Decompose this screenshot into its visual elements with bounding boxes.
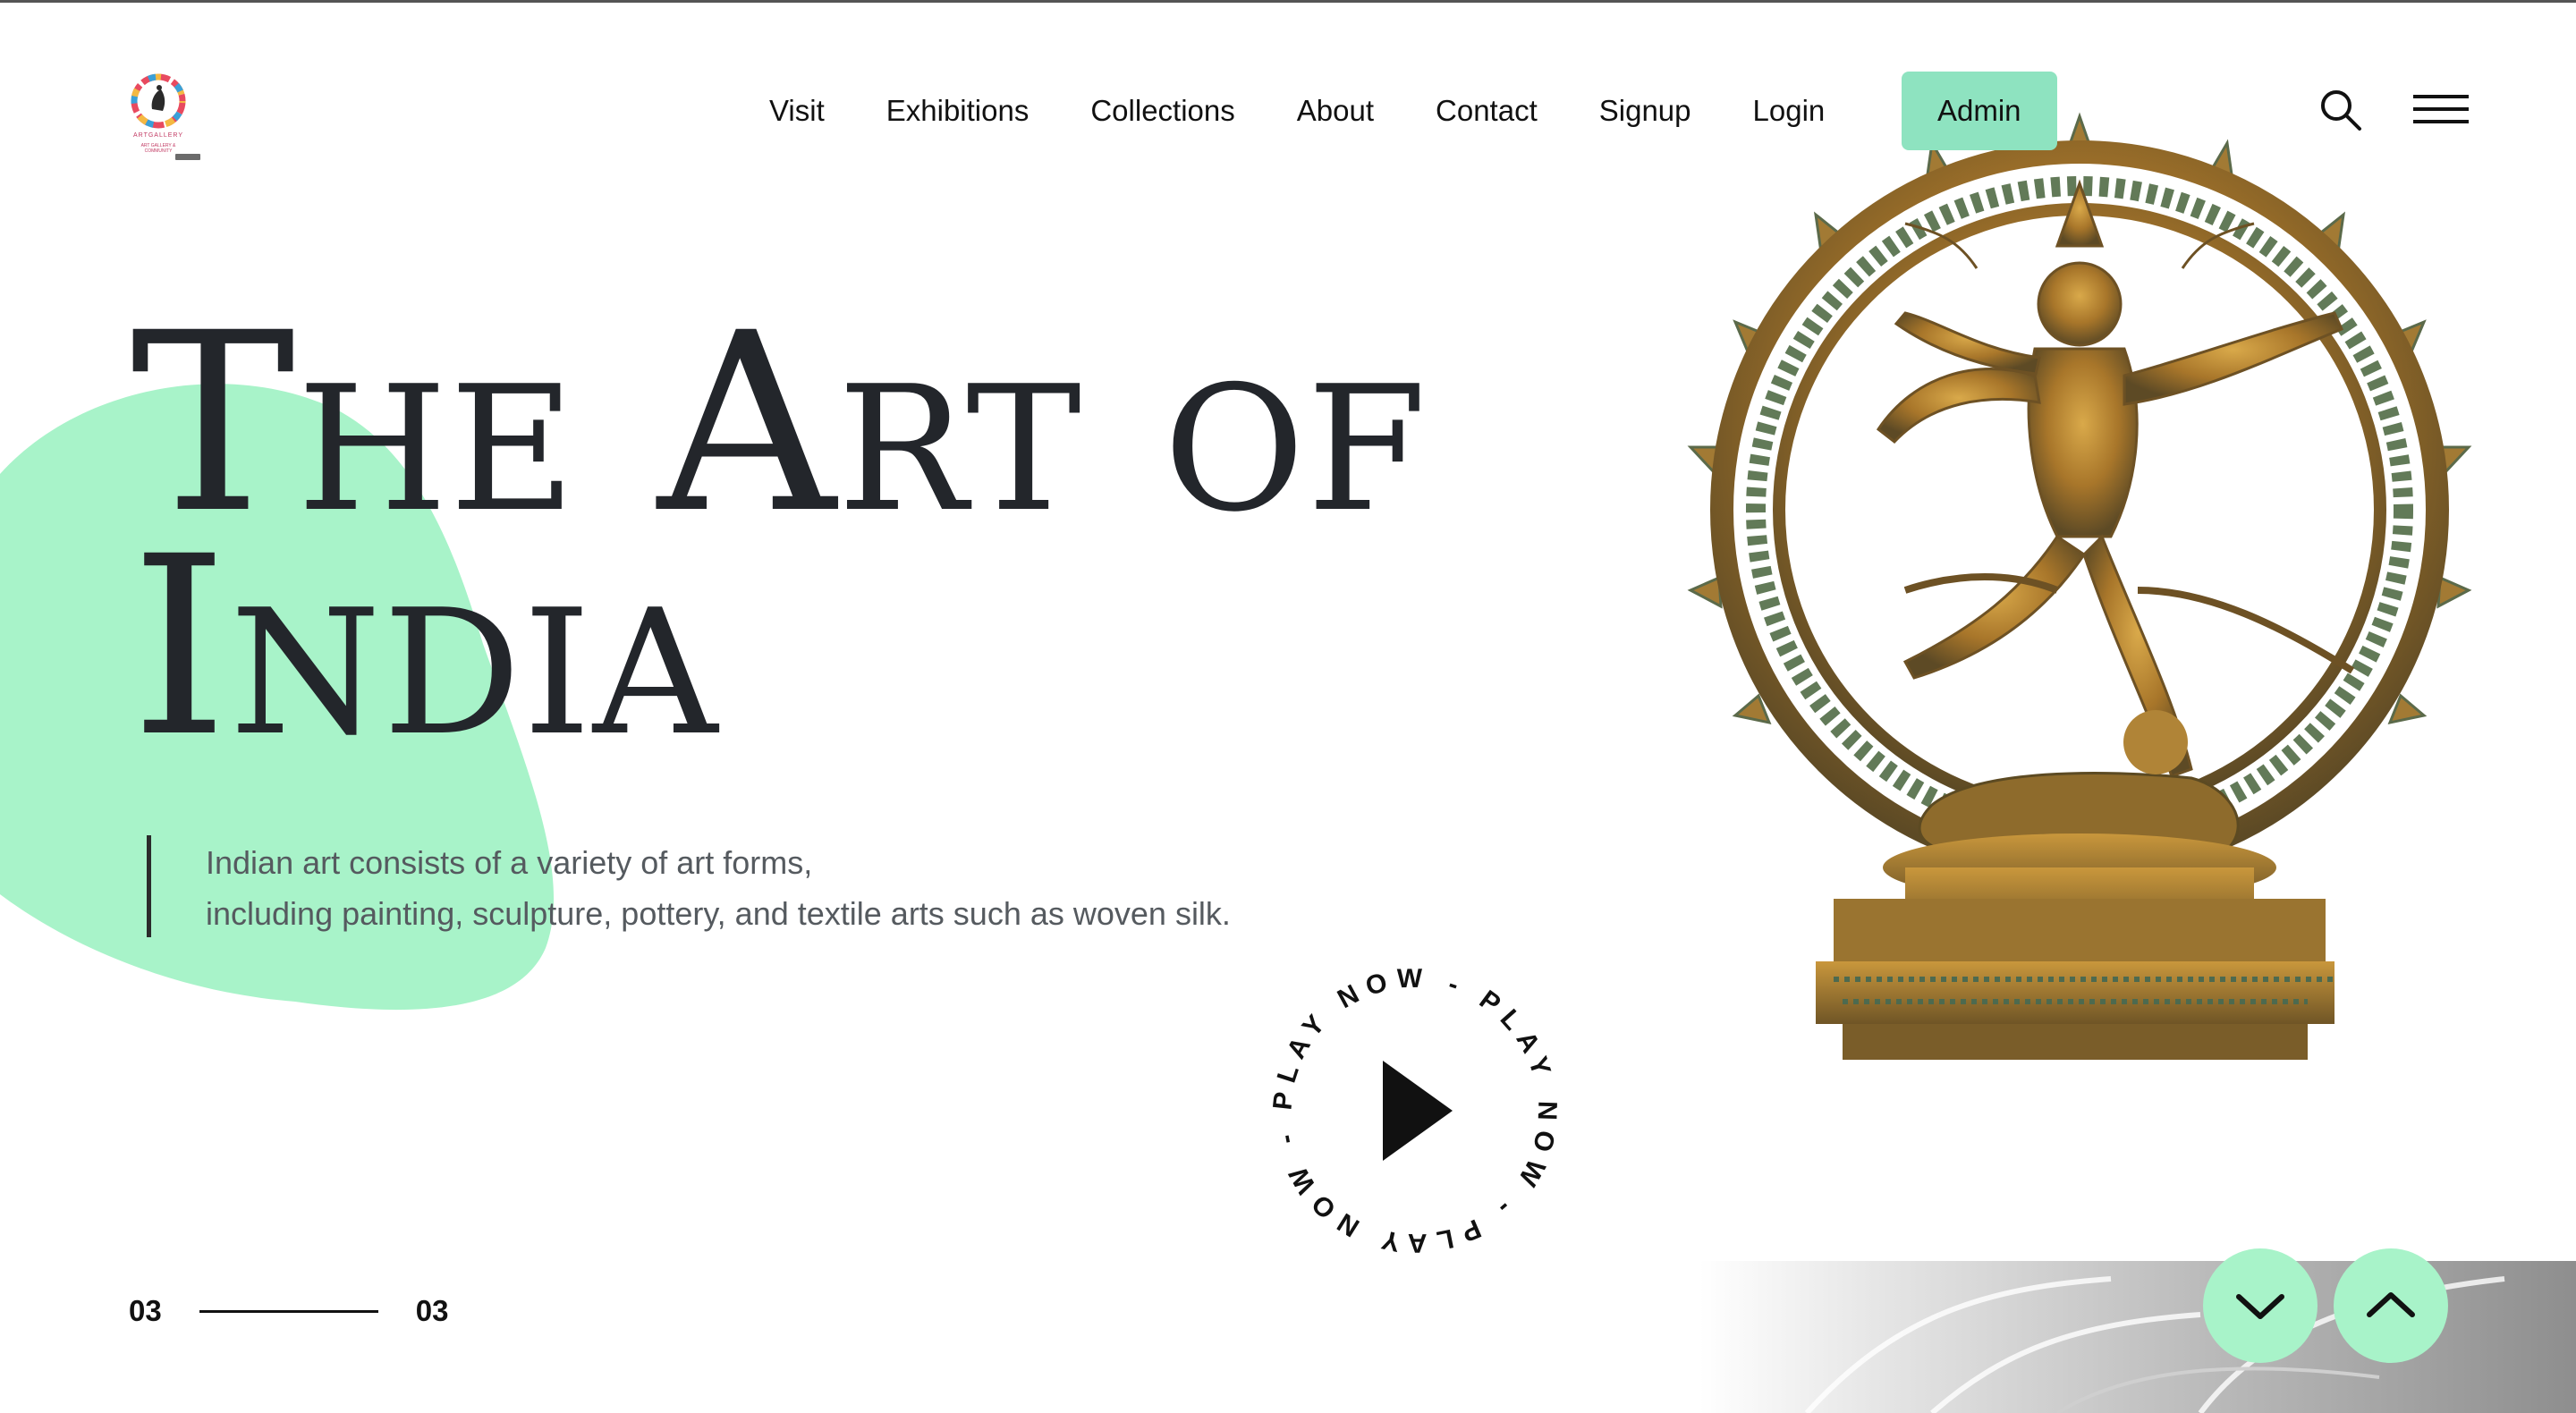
search-icon bbox=[2321, 90, 2361, 131]
description-accent-bar bbox=[147, 835, 151, 937]
nav-contact[interactable]: Contact bbox=[1436, 72, 1538, 150]
hero-title-line-2: India bbox=[131, 504, 720, 791]
hero-description: Indian art consists of a variety of art … bbox=[206, 837, 1458, 939]
hamburger-line bbox=[2413, 107, 2469, 111]
hero-title: The Art of India bbox=[131, 281, 1472, 791]
chevron-up-icon bbox=[2367, 1292, 2415, 1317]
slide-progress-line bbox=[199, 1309, 378, 1313]
marble-texture-image bbox=[1699, 1261, 2576, 1413]
hamburger-menu-button[interactable] bbox=[2413, 95, 2469, 125]
nav-about[interactable]: About bbox=[1297, 72, 1374, 150]
search-button[interactable] bbox=[2318, 88, 2363, 132]
page: ARTGALLERY ART GALLERY & COMMUNITY Visit… bbox=[0, 0, 2576, 1413]
hamburger-menu-icon bbox=[2413, 95, 2469, 98]
nav-collections[interactable]: Collections bbox=[1090, 72, 1234, 150]
logo-tagline: ARTGALLERY bbox=[132, 132, 184, 139]
logo-badge bbox=[175, 154, 200, 160]
admin-button[interactable]: Admin bbox=[1902, 72, 2057, 150]
nataraja-statue-image bbox=[1687, 112, 2472, 1060]
play-icon bbox=[1383, 1061, 1453, 1161]
hamburger-line bbox=[2413, 120, 2469, 123]
top-border bbox=[0, 0, 2576, 3]
hero-title-line-1: The Art of bbox=[131, 281, 1428, 568]
slide-total: 03 bbox=[415, 1294, 449, 1327]
play-now-button[interactable]: PLAY NOW - PLAY NOW - PLAY NOW - bbox=[1267, 964, 1562, 1257]
description-line-1: Indian art consists of a variety of art … bbox=[206, 844, 813, 881]
nav-exhibitions[interactable]: Exhibitions bbox=[886, 72, 1030, 150]
logo-icon bbox=[131, 73, 186, 129]
logo-subline: ART GALLERY & COMMUNITY bbox=[140, 143, 176, 154]
scroll-up-button[interactable] bbox=[2334, 1248, 2448, 1363]
chevron-down-icon bbox=[2236, 1294, 2284, 1319]
slide-counter: 03 03 bbox=[129, 1291, 448, 1331]
description-line-2: including painting, sculpture, pottery, … bbox=[206, 895, 1231, 932]
nav-visit[interactable]: Visit bbox=[769, 72, 825, 150]
play-ring: PLAY NOW - PLAY NOW - PLAY NOW - bbox=[1267, 964, 1554, 1257]
slide-current: 03 bbox=[129, 1294, 162, 1327]
site-logo[interactable]: ARTGALLERY ART GALLERY & COMMUNITY bbox=[125, 68, 206, 166]
scroll-down-button[interactable] bbox=[2203, 1248, 2318, 1363]
